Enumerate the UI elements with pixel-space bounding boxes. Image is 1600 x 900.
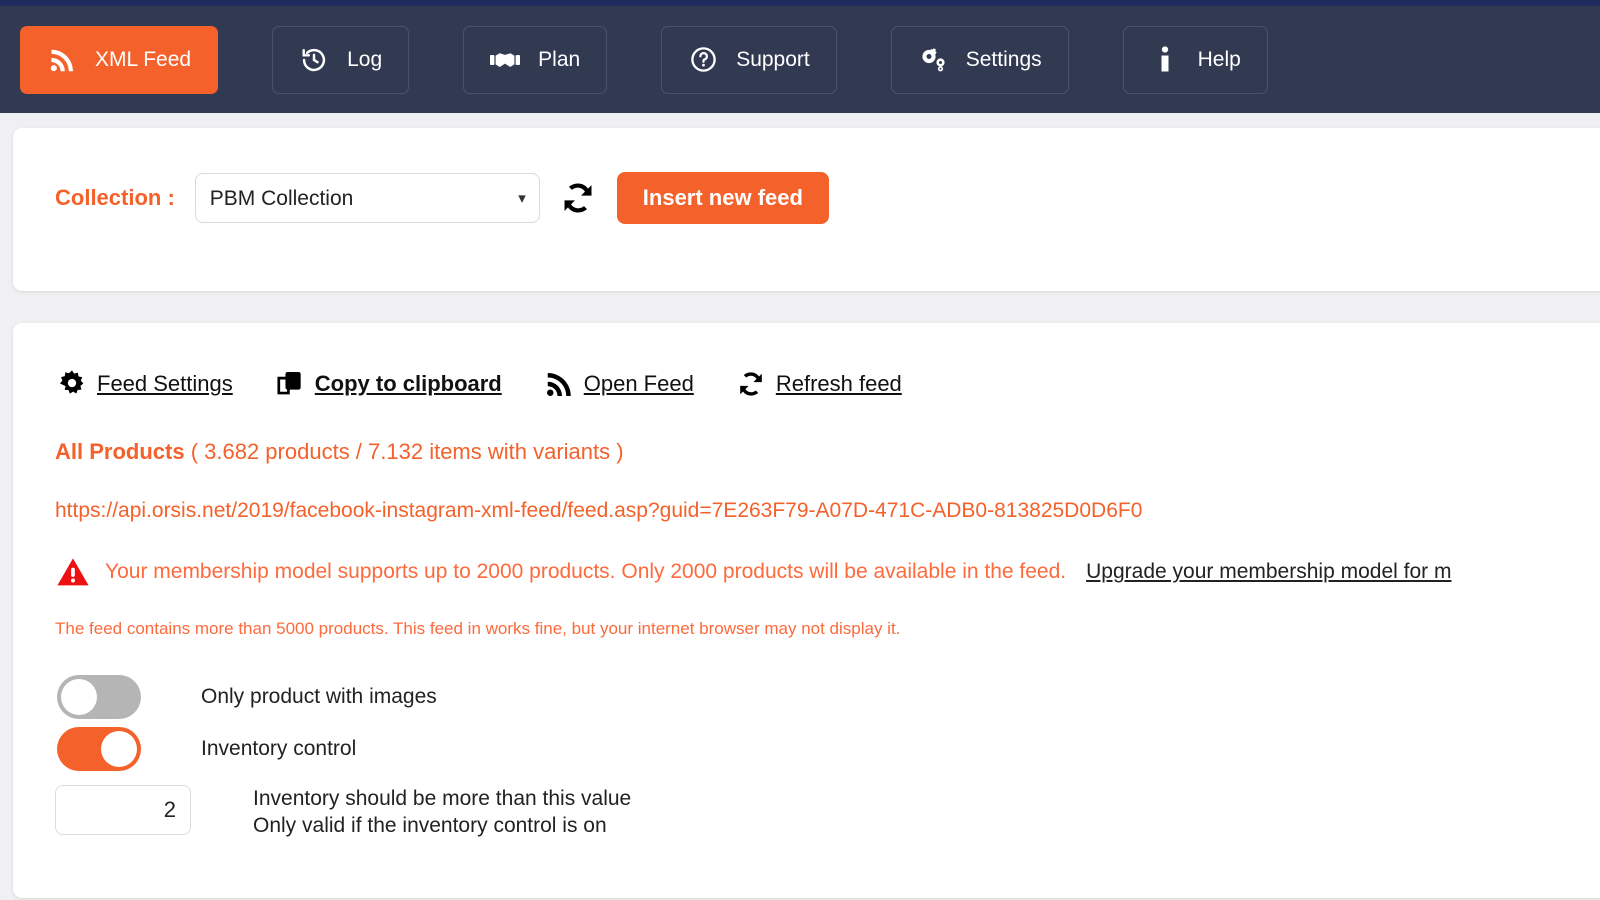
inventory-desc-line-1: Inventory should be more than this value [253,787,632,810]
copy-to-clipboard-link[interactable]: Copy to clipboard [273,367,502,401]
toggle-row-only-product-with-images: Only product with images [55,675,1600,719]
inventory-threshold-description: Inventory should be more than this value… [253,785,631,839]
insert-new-feed-button[interactable]: Insert new feed [616,172,829,224]
refresh-icon [734,367,768,401]
collection-select[interactable]: PBM Collection [194,173,540,223]
open-feed-label: Open Feed [583,371,694,396]
collection-label: Collection : [55,185,175,210]
nav-item-label: Plan [538,47,581,71]
refresh-collection-icon[interactable] [556,178,600,218]
feed-settings-link[interactable]: Feed Settings [55,367,233,401]
nav-item-xml-feed[interactable]: XML Feed [20,25,219,94]
toggle-knob [61,679,97,715]
nav-item-support[interactable]: Support [661,25,837,94]
only-product-with-images-label: Only product with images [201,685,437,708]
inventory-threshold-input[interactable] [55,785,191,835]
inventory-control-label: Inventory control [201,737,357,760]
collection-select-wrapper: PBM Collection ▾ [194,173,540,223]
products-summary: All Products ( 3.682 products / 7.132 it… [55,439,1600,465]
inventory-threshold-row: Inventory should be more than this value… [55,785,1600,839]
feed-card: Feed Settings Copy to clipboard Open Fee… [13,323,1600,898]
toggle-row-inventory-control: Inventory control [55,727,1600,771]
rss-icon [542,367,576,401]
nav-item-settings[interactable]: Settings [890,25,1069,94]
info-icon [1150,45,1180,75]
copy-to-clipboard-label: Copy to clipboard [314,371,502,396]
refresh-feed-link[interactable]: Refresh feed [734,367,902,401]
nav-item-label: Log [347,47,383,71]
rss-icon [47,45,77,75]
toggle-knob [101,731,137,767]
nav-item-help[interactable]: Help [1122,25,1268,94]
handshake-icon [490,45,521,75]
feed-toolbar: Feed Settings Copy to clipboard Open Fee… [55,367,1600,401]
clipboard-icon [273,367,307,401]
products-counts: ( 3.682 products / 7.132 items with vari… [190,439,624,464]
gear-icon [55,367,89,401]
membership-warning-text: Your membership model supports up to 200… [105,560,1067,583]
feed-url[interactable]: https://api.orsis.net/2019/facebook-inst… [55,499,1600,523]
open-feed-link[interactable]: Open Feed [542,367,694,401]
history-icon [299,45,329,75]
nav-item-label: Help [1197,47,1241,71]
nav-item-log[interactable]: Log [272,25,410,94]
feed-size-note: The feed contains more than 5000 product… [55,619,901,638]
nav-item-label: XML Feed [95,47,192,71]
products-title: All Products [55,439,185,464]
inventory-control-toggle[interactable] [57,727,141,771]
nav-item-plan[interactable]: Plan [463,25,608,94]
inventory-desc-line-2: Only valid if the inventory control is o… [253,813,607,837]
collection-card: Collection : PBM Collection ▾ Insert new… [13,128,1600,291]
refresh-feed-label: Refresh feed [775,371,902,396]
collection-row: Collection : PBM Collection ▾ Insert new… [55,172,1600,224]
question-circle-icon [688,45,718,75]
feed-settings-label: Feed Settings [97,371,233,396]
warning-triangle-icon [55,555,91,589]
gears-icon [918,45,948,75]
main-navbar: XML Feed Log Plan Support Settings Help [0,6,1600,113]
upgrade-membership-link[interactable]: Upgrade your membership model for m [1086,560,1451,584]
membership-warning: Your membership model supports up to 200… [55,555,1600,589]
nav-item-label: Settings [965,47,1042,71]
only-product-with-images-toggle[interactable] [57,675,141,719]
nav-item-label: Support [736,47,810,71]
